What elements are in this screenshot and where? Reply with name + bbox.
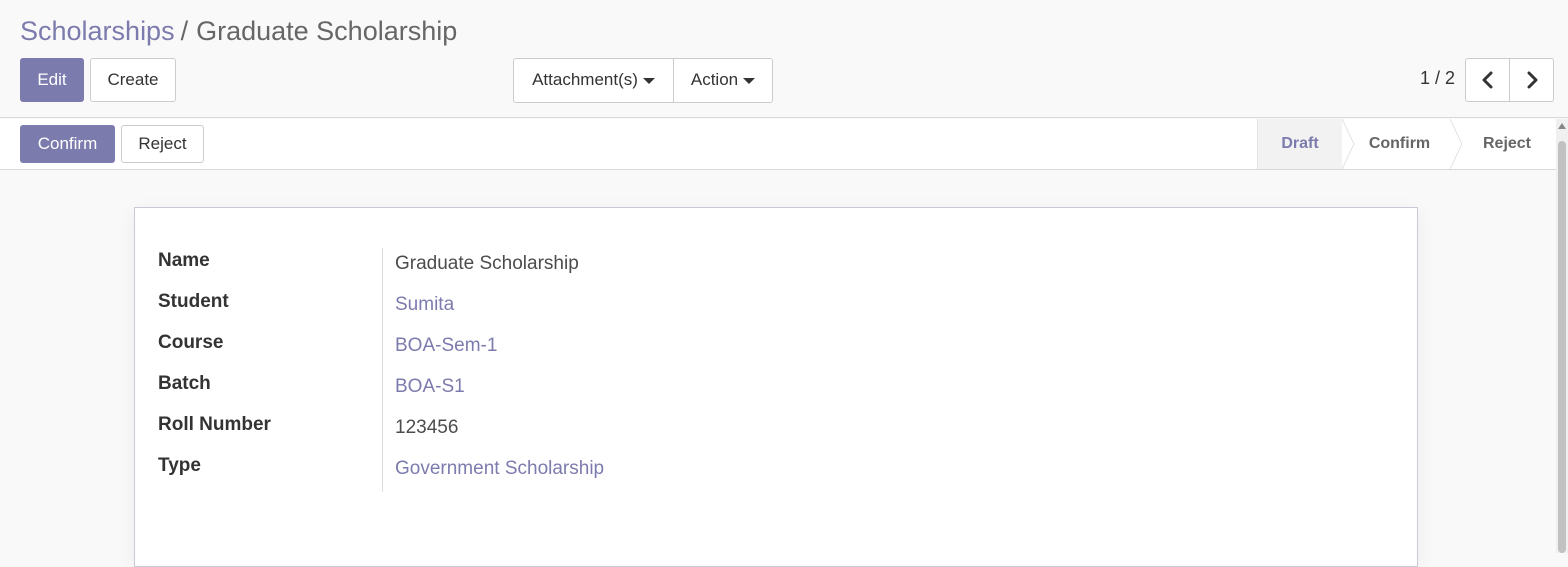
field-row-course: Course BOA-Sem-1 bbox=[135, 332, 1335, 373]
chevron-left-icon bbox=[1482, 71, 1492, 89]
field-row-batch: Batch BOA-S1 bbox=[135, 373, 1335, 414]
field-value-type-link[interactable]: Government Scholarship bbox=[395, 458, 604, 480]
field-row-name: Name Graduate Scholarship bbox=[135, 250, 1335, 291]
form-status-header: Confirm Reject Draft Confirm Reject bbox=[0, 119, 1556, 170]
action-dropdown[interactable]: Action bbox=[673, 58, 773, 103]
attachments-dropdown[interactable]: Attachment(s) bbox=[513, 58, 674, 103]
field-value-roll-number: 123456 bbox=[395, 417, 459, 438]
field-label-student: Student bbox=[158, 291, 229, 312]
field-label-type: Type bbox=[158, 455, 201, 476]
pager-previous-button[interactable] bbox=[1465, 58, 1510, 102]
field-label-batch: Batch bbox=[158, 373, 211, 394]
status-stage-confirm[interactable]: Confirm bbox=[1342, 119, 1457, 169]
caret-down-icon bbox=[642, 77, 655, 84]
scroll-up-arrow-icon[interactable] bbox=[1558, 123, 1566, 129]
breadcrumb-current: Graduate Scholarship bbox=[196, 16, 458, 46]
chevron-right-icon bbox=[1527, 71, 1537, 89]
pager-next-button[interactable] bbox=[1509, 58, 1554, 102]
breadcrumb-parent-link[interactable]: Scholarships bbox=[20, 16, 175, 46]
status-stage-reject[interactable]: Reject bbox=[1457, 119, 1557, 169]
reject-button[interactable]: Reject bbox=[121, 125, 204, 163]
field-value-name: Graduate Scholarship bbox=[395, 253, 579, 274]
edit-button[interactable]: Edit bbox=[20, 58, 84, 102]
breadcrumb: Scholarships / Graduate Scholarship bbox=[20, 14, 457, 48]
stage-separator-arrow bbox=[1450, 119, 1463, 169]
vertical-scrollbar[interactable] bbox=[1556, 119, 1568, 553]
field-row-type: Type Government Scholarship bbox=[135, 455, 1335, 496]
pager-value[interactable]: 1 / 2 bbox=[1420, 68, 1455, 89]
confirm-button[interactable]: Confirm bbox=[20, 125, 115, 163]
status-stage-draft[interactable]: Draft bbox=[1258, 119, 1342, 169]
field-row-roll-number: Roll Number 123456 bbox=[135, 414, 1335, 455]
statusbar: Draft Confirm Reject bbox=[1257, 119, 1556, 169]
create-button[interactable]: Create bbox=[90, 58, 176, 102]
attachments-dropdown-label: Attachment(s) bbox=[532, 70, 638, 89]
field-value-batch-link[interactable]: BOA-S1 bbox=[395, 376, 465, 398]
field-row-student: Student Sumita bbox=[135, 291, 1335, 332]
field-label-name: Name bbox=[158, 250, 210, 271]
control-panel: Scholarships / Graduate Scholarship Edit C… bbox=[0, 0, 1568, 118]
caret-down-icon bbox=[743, 77, 756, 84]
action-dropdown-label: Action bbox=[690, 70, 739, 89]
form-sheet: Name Graduate Scholarship Student Sumita… bbox=[134, 207, 1418, 567]
scrollbar-thumb[interactable] bbox=[1558, 141, 1566, 553]
field-label-course: Course bbox=[158, 332, 224, 353]
field-value-course-link[interactable]: BOA-Sem-1 bbox=[395, 335, 497, 357]
breadcrumb-separator: / bbox=[180, 16, 189, 46]
stage-separator-arrow bbox=[1342, 119, 1355, 169]
field-label-roll-number: Roll Number bbox=[158, 414, 271, 435]
field-value-student-link[interactable]: Sumita bbox=[395, 294, 454, 316]
